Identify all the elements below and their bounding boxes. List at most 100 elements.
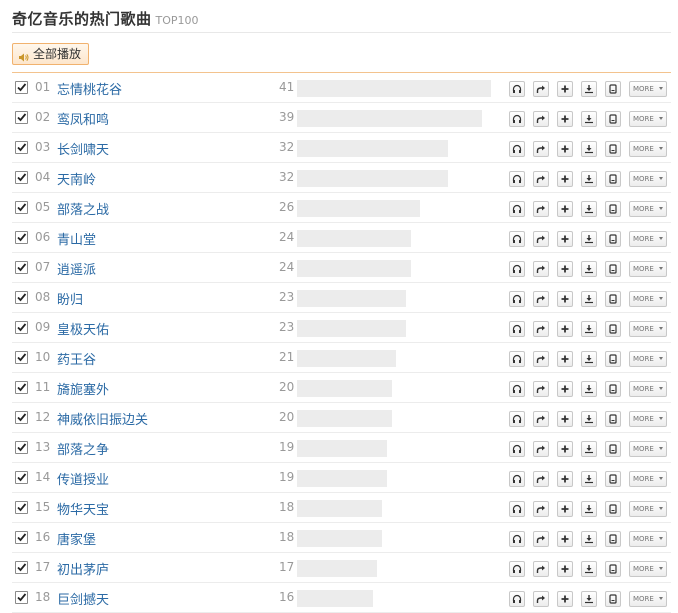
- song-checkbox[interactable]: [15, 261, 28, 274]
- more-button[interactable]: MORE: [629, 591, 667, 607]
- download-button[interactable]: [581, 351, 597, 367]
- more-button[interactable]: MORE: [629, 81, 667, 97]
- mobile-button[interactable]: [605, 531, 621, 547]
- share-button[interactable]: [533, 171, 549, 187]
- listen-button[interactable]: [509, 231, 525, 247]
- listen-button[interactable]: [509, 561, 525, 577]
- song-checkbox[interactable]: [15, 381, 28, 394]
- song-title-link[interactable]: 巨剑撼天: [57, 589, 109, 608]
- more-button[interactable]: MORE: [629, 291, 667, 307]
- share-button[interactable]: [533, 351, 549, 367]
- song-title-link[interactable]: 初出茅庐: [57, 559, 109, 578]
- download-button[interactable]: [581, 471, 597, 487]
- song-title-link[interactable]: 药王谷: [57, 349, 96, 368]
- listen-button[interactable]: [509, 81, 525, 97]
- song-title-link[interactable]: 忘情桃花谷: [57, 79, 122, 98]
- more-button[interactable]: MORE: [629, 321, 667, 337]
- download-button[interactable]: [581, 441, 597, 457]
- more-button[interactable]: MORE: [629, 531, 667, 547]
- listen-button[interactable]: [509, 591, 525, 607]
- listen-button[interactable]: [509, 171, 525, 187]
- song-title-link[interactable]: 逍遥派: [57, 259, 96, 278]
- more-button[interactable]: MORE: [629, 381, 667, 397]
- mobile-button[interactable]: [605, 561, 621, 577]
- add-button[interactable]: [557, 531, 573, 547]
- song-checkbox[interactable]: [15, 321, 28, 334]
- song-checkbox[interactable]: [15, 591, 28, 604]
- download-button[interactable]: [581, 381, 597, 397]
- add-button[interactable]: [557, 81, 573, 97]
- add-button[interactable]: [557, 321, 573, 337]
- song-checkbox[interactable]: [15, 291, 28, 304]
- song-title-link[interactable]: 鸾凤和鸣: [57, 109, 109, 128]
- add-button[interactable]: [557, 261, 573, 277]
- share-button[interactable]: [533, 591, 549, 607]
- mobile-button[interactable]: [605, 201, 621, 217]
- download-button[interactable]: [581, 291, 597, 307]
- listen-button[interactable]: [509, 381, 525, 397]
- add-button[interactable]: [557, 291, 573, 307]
- share-button[interactable]: [533, 231, 549, 247]
- share-button[interactable]: [533, 561, 549, 577]
- download-button[interactable]: [581, 261, 597, 277]
- mobile-button[interactable]: [605, 591, 621, 607]
- song-checkbox[interactable]: [15, 501, 28, 514]
- more-button[interactable]: MORE: [629, 411, 667, 427]
- song-title-link[interactable]: 唐家堡: [57, 529, 96, 548]
- share-button[interactable]: [533, 111, 549, 127]
- mobile-button[interactable]: [605, 231, 621, 247]
- share-button[interactable]: [533, 321, 549, 337]
- mobile-button[interactable]: [605, 351, 621, 367]
- mobile-button[interactable]: [605, 381, 621, 397]
- more-button[interactable]: MORE: [629, 231, 667, 247]
- song-title-link[interactable]: 长剑啸天: [57, 139, 109, 158]
- song-checkbox[interactable]: [15, 471, 28, 484]
- song-title-link[interactable]: 神威依旧振边关: [57, 409, 148, 428]
- more-button[interactable]: MORE: [629, 471, 667, 487]
- more-button[interactable]: MORE: [629, 201, 667, 217]
- song-title-link[interactable]: 皇极天佑: [57, 319, 109, 338]
- song-checkbox[interactable]: [15, 81, 28, 94]
- play-all-button[interactable]: 全部播放: [12, 43, 90, 65]
- more-button[interactable]: MORE: [629, 501, 667, 517]
- share-button[interactable]: [533, 81, 549, 97]
- download-button[interactable]: [581, 231, 597, 247]
- mobile-button[interactable]: [605, 261, 621, 277]
- listen-button[interactable]: [509, 411, 525, 427]
- add-button[interactable]: [557, 171, 573, 187]
- add-button[interactable]: [557, 411, 573, 427]
- download-button[interactable]: [581, 321, 597, 337]
- song-title-link[interactable]: 物华天宝: [57, 499, 109, 518]
- listen-button[interactable]: [509, 111, 525, 127]
- download-button[interactable]: [581, 411, 597, 427]
- share-button[interactable]: [533, 471, 549, 487]
- add-button[interactable]: [557, 381, 573, 397]
- song-title-link[interactable]: 传道授业: [57, 469, 109, 488]
- download-button[interactable]: [581, 141, 597, 157]
- download-button[interactable]: [581, 81, 597, 97]
- listen-button[interactable]: [509, 501, 525, 517]
- more-button[interactable]: MORE: [629, 561, 667, 577]
- download-button[interactable]: [581, 111, 597, 127]
- add-button[interactable]: [557, 141, 573, 157]
- more-button[interactable]: MORE: [629, 171, 667, 187]
- mobile-button[interactable]: [605, 111, 621, 127]
- song-title-link[interactable]: 天南岭: [57, 169, 96, 188]
- song-title-link[interactable]: 旖旎塞外: [57, 379, 109, 398]
- mobile-button[interactable]: [605, 501, 621, 517]
- add-button[interactable]: [557, 111, 573, 127]
- song-checkbox[interactable]: [15, 561, 28, 574]
- song-checkbox[interactable]: [15, 201, 28, 214]
- add-button[interactable]: [557, 351, 573, 367]
- add-button[interactable]: [557, 501, 573, 517]
- song-title-link[interactable]: 青山堂: [57, 229, 96, 248]
- download-button[interactable]: [581, 501, 597, 517]
- song-checkbox[interactable]: [15, 411, 28, 424]
- add-button[interactable]: [557, 591, 573, 607]
- song-checkbox[interactable]: [15, 111, 28, 124]
- song-title-link[interactable]: 部落之争: [57, 439, 109, 458]
- share-button[interactable]: [533, 501, 549, 517]
- add-button[interactable]: [557, 471, 573, 487]
- mobile-button[interactable]: [605, 411, 621, 427]
- share-button[interactable]: [533, 141, 549, 157]
